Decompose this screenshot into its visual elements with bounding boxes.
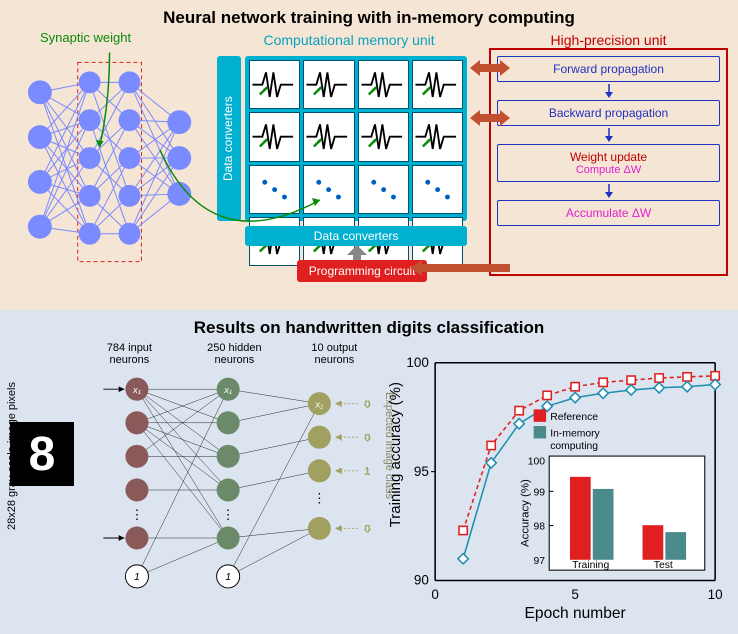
backward-propagation-step: Backward propagation [497,100,720,126]
svg-text:Reference: Reference [550,412,598,423]
down-arrow-icon [599,184,619,198]
dots-cell [412,165,463,214]
hidden-layer-label: 250 hidden neurons [189,342,279,366]
synaptic-weight-label: Synaptic weight [40,30,131,45]
compute-dw-label: Compute ΔW [500,164,717,176]
svg-text:1: 1 [365,466,371,478]
programming-circuit: Programming circuit [297,260,427,282]
svg-text:0: 0 [365,523,371,535]
svg-text:100: 100 [528,456,546,467]
x-axis-label: Epoch number [524,605,625,622]
mnist-sample-digit: 8 [10,422,74,486]
top-title: Neural network training with in-memory c… [10,8,728,28]
memory-cell [249,112,300,161]
svg-text:⋮: ⋮ [313,490,326,505]
svg-text:0: 0 [365,432,371,444]
up-arrow-icon [347,245,367,261]
bottom-title: Results on handwritten digits classifica… [10,318,728,338]
svg-text:Test: Test [654,560,673,571]
y-axis-label: Training accuracy (%) [387,382,404,527]
svg-text:In-memory: In-memory [550,428,600,439]
svg-text:0: 0 [365,398,371,410]
memory-cell [358,60,409,109]
svg-text:100: 100 [406,355,428,370]
svg-text:97: 97 [533,556,545,567]
svg-text:computing: computing [550,441,598,452]
down-arrow-icon [599,84,619,98]
bidir-arrow-icon [470,108,510,128]
weight-update-step: Weight update Compute ΔW [497,144,720,182]
input-layer-label: 784 input neurons [89,342,169,366]
svg-text:10: 10 [707,587,722,602]
memory-cell [412,60,463,109]
data-converters-bottom: Data converters [245,226,467,246]
left-arrow-icon [410,258,510,278]
crossbar-grid [245,56,467,221]
svg-text:5: 5 [571,587,579,602]
weight-update-label: Weight update [500,150,717,164]
dots-cell [358,165,409,214]
down-arrow-icon [599,128,619,142]
dots-cell [303,165,354,214]
neural-network-diagram: Synaptic weight [10,32,209,292]
accuracy-chart: Training accuracy (%) 90 95 100 0 5 10 E… [391,342,728,622]
svg-text:1: 1 [226,571,232,583]
svg-text:95: 95 [414,464,429,479]
svg-text:x₁: x₁ [132,385,141,396]
svg-text:⋮: ⋮ [222,507,235,522]
svg-text:1: 1 [134,571,140,583]
svg-text:90: 90 [414,573,429,588]
dots-cell [249,165,300,214]
training-panel: Neural network training with in-memory c… [0,0,738,310]
inset-y-label: Accuracy (%) [519,479,531,547]
memory-cell [412,112,463,161]
pixels-label: 28x28 gray-scale image pixels [6,382,18,530]
data-converters-left: Data converters [217,56,241,221]
output-layer-label: 10 output neurons [294,342,374,366]
svg-text:⋮: ⋮ [131,507,144,522]
accumulate-step: Accumulate ΔW [497,200,720,226]
cmu-title: Computational memory unit [217,32,481,48]
computational-memory-unit: Computational memory unit Data converter… [217,32,481,292]
svg-text:99: 99 [533,487,545,498]
memory-cell [303,60,354,109]
svg-text:98: 98 [533,522,545,533]
svg-text:x₁: x₁ [315,399,324,410]
memory-cell [249,60,300,109]
memory-cell [358,112,409,161]
hpu-title: High-precision unit [489,32,728,48]
svg-text:x₁: x₁ [224,385,233,396]
bidir-arrow-icon [470,58,510,78]
svg-text:0: 0 [431,587,439,602]
forward-propagation-step: Forward propagation [497,56,720,82]
svg-text:Training: Training [572,560,609,571]
mlp-diagram: 784 input neurons 250 hidden neurons 10 … [89,342,386,622]
results-panel: Results on handwritten digits classifica… [0,310,738,634]
high-precision-unit: High-precision unit Forward propagation … [489,32,728,292]
memory-cell [303,112,354,161]
